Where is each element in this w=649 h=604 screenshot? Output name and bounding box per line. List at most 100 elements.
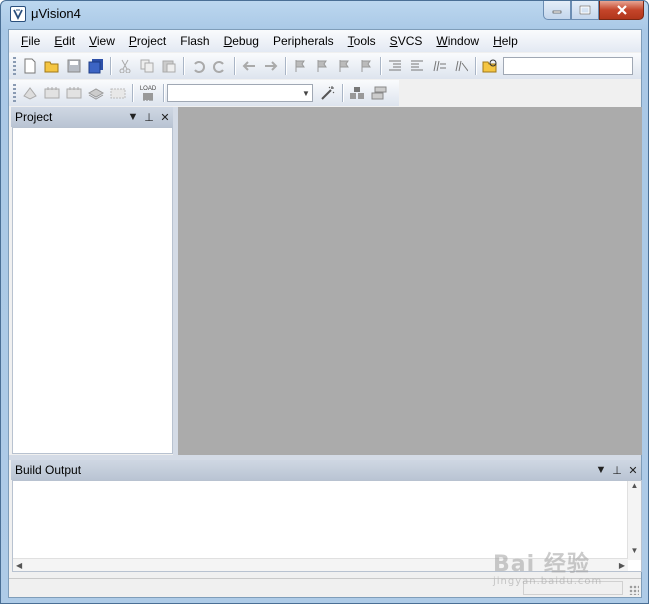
save-icon bbox=[67, 59, 81, 73]
panel-menu-chevron-icon[interactable]: ▼ bbox=[125, 111, 141, 123]
clear-bookmarks-icon bbox=[361, 60, 371, 72]
uvision-app-icon[interactable] bbox=[10, 6, 26, 22]
uncomment-button[interactable] bbox=[450, 55, 472, 77]
menu-bar: File Edit View Project Flash Debug Peripherals… bbox=[9, 30, 641, 52]
scroll-up-icon[interactable]: ▲ bbox=[628, 481, 641, 495]
menu-file[interactable]: File bbox=[14, 32, 47, 50]
menu-label: elp bbox=[501, 34, 518, 48]
build-toolbar: LOAD ▼ bbox=[9, 80, 399, 106]
build-button[interactable] bbox=[41, 82, 63, 104]
panel-close-icon[interactable]: ✕ bbox=[157, 111, 173, 124]
menu-edit[interactable]: Edit bbox=[47, 32, 82, 50]
paste-button[interactable] bbox=[158, 55, 180, 77]
toolbar-grip-2[interactable] bbox=[13, 84, 16, 102]
minimize-icon bbox=[552, 10, 562, 14]
save-button[interactable] bbox=[63, 55, 85, 77]
close-icon bbox=[616, 5, 627, 15]
download-chip-icon bbox=[143, 92, 153, 101]
menu-help[interactable]: Help bbox=[486, 32, 525, 50]
cut-icon bbox=[119, 59, 131, 73]
menu-window[interactable]: Window bbox=[429, 32, 486, 50]
redo-button[interactable] bbox=[209, 55, 231, 77]
paste-icon bbox=[162, 60, 176, 73]
watermark: Bai 经验 jingyan.baidu.com bbox=[493, 546, 623, 588]
editor-workspace[interactable] bbox=[178, 107, 642, 455]
menu-label: iew bbox=[96, 34, 115, 48]
menu-label: dit bbox=[62, 34, 76, 48]
save-all-button[interactable] bbox=[85, 55, 107, 77]
menu-project[interactable]: Project bbox=[122, 32, 173, 50]
target-select[interactable]: ▼ bbox=[167, 84, 313, 102]
window-title: μVision4 bbox=[31, 6, 81, 21]
menu-label: ebug bbox=[232, 34, 259, 48]
maximize-icon bbox=[579, 5, 591, 15]
pin-icon[interactable]: ⊥ bbox=[141, 111, 157, 124]
close-button[interactable] bbox=[599, 1, 644, 20]
download-button[interactable]: LOAD bbox=[136, 82, 160, 104]
menu-debug[interactable]: Debug bbox=[217, 32, 266, 50]
pin-icon[interactable]: ⊥ bbox=[609, 464, 625, 477]
project-panel-title: Project bbox=[15, 110, 53, 124]
target-options-button[interactable] bbox=[317, 82, 339, 104]
menu-accelerator: H bbox=[493, 34, 502, 48]
cut-button[interactable] bbox=[114, 55, 136, 77]
vertical-scrollbar[interactable]: ▲ ▼ bbox=[627, 481, 641, 560]
rebuild-button[interactable] bbox=[63, 82, 85, 104]
open-folder-icon bbox=[44, 61, 59, 73]
chevron-down-icon: ▼ bbox=[302, 88, 310, 98]
new-file-button[interactable] bbox=[19, 55, 41, 77]
menu-peripherals[interactable]: Peripherals bbox=[266, 32, 341, 50]
build-output-title: Build Output bbox=[15, 463, 82, 477]
menu-flash[interactable]: Flash bbox=[173, 32, 216, 50]
nav-back-button[interactable] bbox=[238, 55, 260, 77]
indent-button[interactable] bbox=[384, 55, 406, 77]
menu-label: Flash bbox=[180, 34, 210, 48]
save-all-icon bbox=[88, 59, 103, 74]
menu-accelerator: D bbox=[223, 34, 233, 48]
open-file-button[interactable] bbox=[41, 55, 63, 77]
next-bookmark-button[interactable] bbox=[333, 55, 355, 77]
project-tree[interactable] bbox=[12, 127, 173, 454]
undo-button[interactable] bbox=[187, 55, 209, 77]
stacked-windows-icon bbox=[371, 86, 387, 100]
menu-svcs[interactable]: SVCS bbox=[383, 32, 430, 50]
menu-label: indow bbox=[447, 34, 480, 48]
scroll-left-icon[interactable]: ◀ bbox=[16, 561, 22, 570]
title-bar[interactable]: μVision4 bbox=[1, 1, 648, 27]
menu-label: ools bbox=[353, 34, 376, 48]
panel-menu-chevron-icon[interactable]: ▼ bbox=[593, 464, 609, 476]
watermark-url: jingyan.baidu.com bbox=[493, 576, 603, 587]
manage-components-button[interactable] bbox=[346, 82, 368, 104]
scroll-down-icon[interactable]: ▼ bbox=[628, 546, 641, 560]
insert-bookmark-button[interactable] bbox=[289, 55, 311, 77]
minimize-button[interactable] bbox=[543, 1, 571, 20]
toolbar-grip[interactable] bbox=[13, 57, 16, 75]
menu-label: Peripherals bbox=[272, 34, 334, 48]
batch-build-button[interactable] bbox=[85, 82, 107, 104]
file-toolbar bbox=[9, 53, 641, 79]
bookmark-flag-icon bbox=[295, 60, 305, 72]
resize-grip-icon[interactable] bbox=[629, 585, 639, 595]
unindent-icon bbox=[411, 60, 423, 71]
manage-books-button[interactable] bbox=[368, 82, 390, 104]
comment-button[interactable] bbox=[428, 55, 450, 77]
prev-bookmark-button[interactable] bbox=[311, 55, 333, 77]
copy-icon bbox=[140, 59, 154, 73]
menu-tools[interactable]: Tools bbox=[341, 32, 383, 50]
find-in-files-button[interactable] bbox=[479, 55, 501, 77]
maximize-button[interactable] bbox=[571, 1, 599, 20]
panel-close-icon[interactable]: ✕ bbox=[625, 464, 641, 477]
unindent-button[interactable] bbox=[406, 55, 428, 77]
menu-view[interactable]: View bbox=[82, 32, 122, 50]
find-input[interactable] bbox=[503, 57, 633, 75]
rebuild-icon bbox=[66, 87, 82, 99]
stop-build-button[interactable] bbox=[107, 82, 129, 104]
clear-bookmarks-button[interactable] bbox=[355, 55, 377, 77]
menu-accelerator: P bbox=[128, 34, 137, 48]
copy-button[interactable] bbox=[136, 55, 158, 77]
build-icon bbox=[44, 87, 60, 99]
nav-forward-button[interactable] bbox=[260, 55, 282, 77]
build-output-header: Build Output ▼ ⊥ ✕ bbox=[11, 460, 641, 480]
translate-button[interactable] bbox=[19, 82, 41, 104]
indent-icon bbox=[389, 60, 401, 71]
